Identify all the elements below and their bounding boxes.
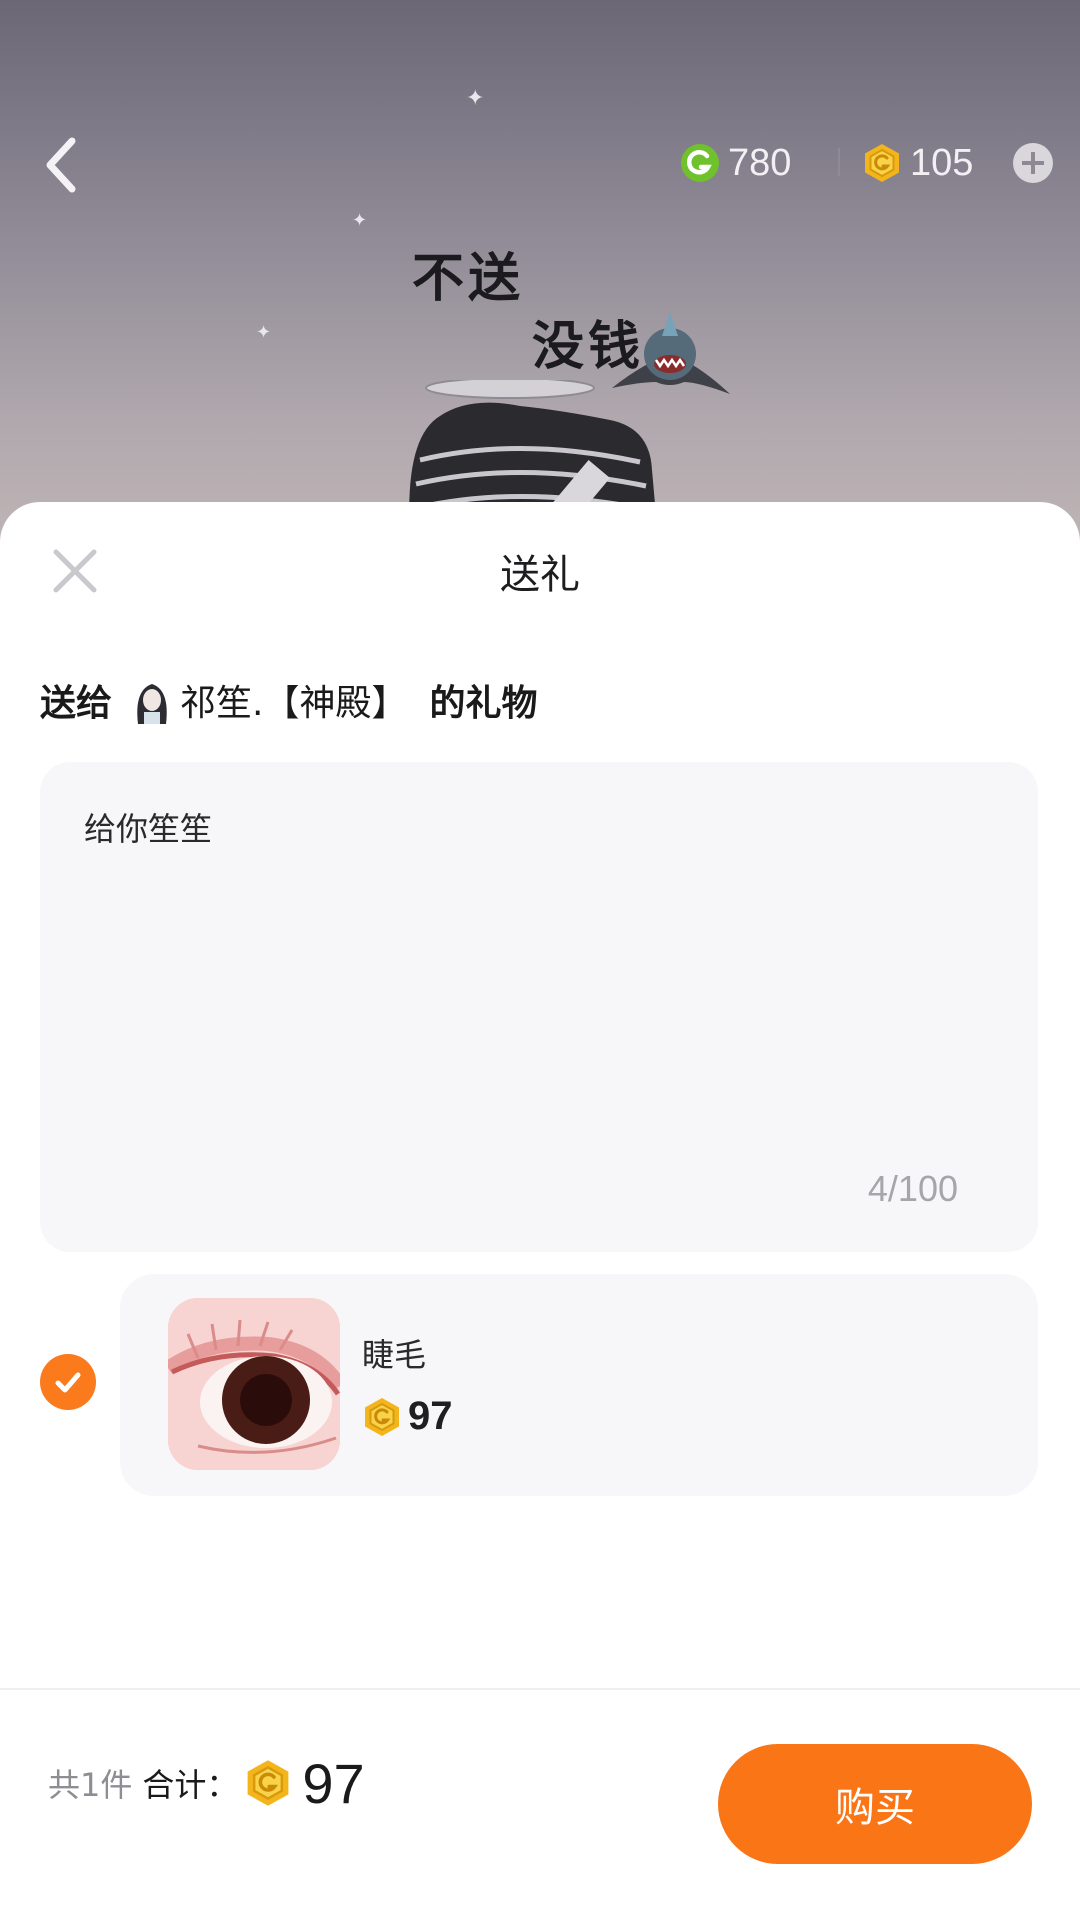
- gift-select-checkbox[interactable]: [40, 1354, 96, 1410]
- back-arrow-icon[interactable]: [40, 135, 84, 195]
- avatar-scene-background: ✦ ✦ ✦ 780 105 不送 没钱: [0, 0, 1080, 560]
- sheet-title: 送礼: [500, 552, 580, 598]
- gold-coin-balance: 105: [862, 140, 973, 186]
- eyelash-icon: [168, 1298, 340, 1470]
- gold-coin-icon: [365, 1397, 399, 1436]
- check-icon: [55, 1372, 81, 1393]
- gold-coin-icon: [247, 1760, 289, 1806]
- gift-message-text: 给你笙笙: [84, 810, 213, 848]
- gift-price: 97: [362, 1394, 453, 1439]
- total-label: 合计：: [142, 1766, 239, 1804]
- recipient-line: 送给 祁笙.【神殿】 的礼物: [40, 672, 537, 728]
- buy-button[interactable]: 购买: [718, 1744, 1032, 1864]
- gift-item-card[interactable]: 睫毛 97: [120, 1274, 1038, 1496]
- gold-coin-amount: 105: [910, 141, 974, 184]
- order-total: 共1件 合计： 97: [48, 1748, 365, 1818]
- currency-divider: [838, 148, 840, 176]
- green-coin-amount: 780: [728, 141, 792, 184]
- gold-coin-icon: [865, 144, 899, 182]
- recipient-name: 祁笙.【神殿】: [180, 683, 408, 724]
- green-coin-icon: [681, 144, 719, 182]
- total-value: 97: [302, 1751, 365, 1815]
- gift-thumbnail: [168, 1298, 340, 1470]
- item-count: 共1件: [48, 1766, 133, 1804]
- recipient-avatar: [130, 676, 175, 724]
- footer-divider: [0, 1688, 1080, 1690]
- gift-message-input[interactable]: 给你笙笙 4/100: [40, 762, 1038, 1252]
- star-icon: ✦: [352, 210, 368, 231]
- green-coin-balance: 780: [680, 140, 791, 186]
- add-currency-icon[interactable]: [1012, 142, 1054, 184]
- star-icon: ✦: [256, 322, 272, 343]
- recipient-suffix: 的礼物: [429, 683, 538, 724]
- gift-name: 睫毛: [362, 1336, 427, 1374]
- message-char-counter: 4/100: [867, 1168, 958, 1209]
- scene-text-line1: 不送: [412, 249, 525, 309]
- gift-sheet: 送礼 送给 祁笙.【神殿】 的礼物 给你笙笙 4/100 睫毛 97 共1件 合…: [0, 502, 1080, 1920]
- gift-price-value: 97: [408, 1394, 453, 1438]
- star-icon: ✦: [466, 86, 485, 111]
- recipient-prefix: 送给: [40, 683, 113, 724]
